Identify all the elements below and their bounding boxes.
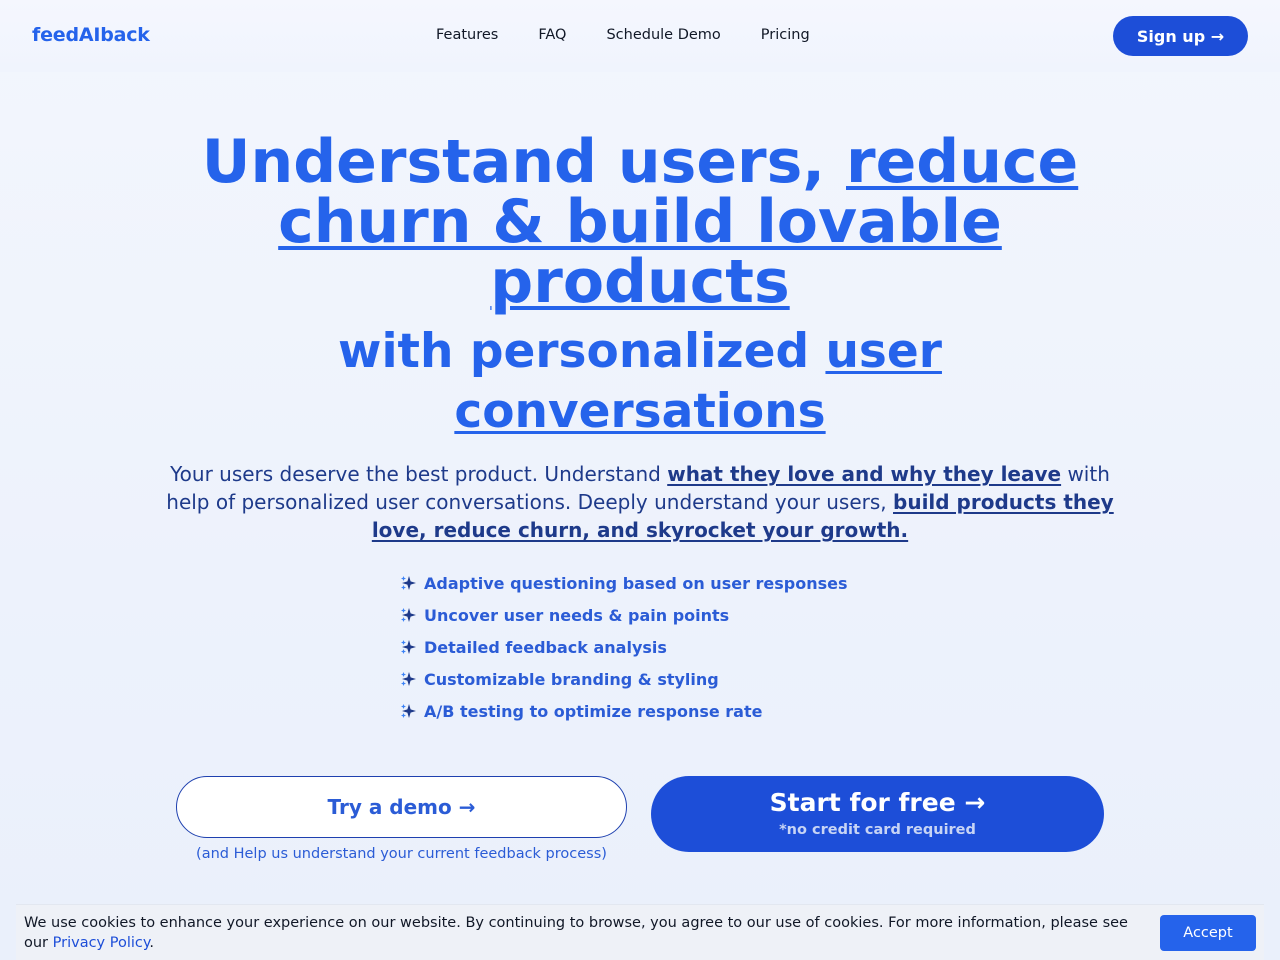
feature-item: Detailed feedback analysis: [400, 631, 920, 663]
sparkle-icon: [401, 672, 416, 686]
desc-part-1: Your users deserve the best product. Und…: [170, 462, 668, 486]
feature-label: Uncover user needs & pain points: [424, 605, 730, 625]
feature-item: A/B testing to optimize response rate: [400, 695, 920, 727]
cookie-text: We use cookies to enhance your experienc…: [24, 915, 1128, 951]
demo-note: (and Help us understand your current fee…: [196, 846, 607, 862]
feature-item: Uncover user needs & pain points: [400, 599, 920, 631]
feature-label: Customizable branding & styling: [424, 669, 719, 689]
feature-list: Adaptive questioning based on user respo…: [400, 567, 920, 727]
privacy-policy-link[interactable]: Privacy Policy: [53, 935, 150, 951]
hero-subtitle-plain: with personalized: [338, 324, 826, 379]
sparkle-icon: [401, 576, 416, 590]
nav-features[interactable]: Features: [436, 27, 498, 43]
nav-schedule-demo[interactable]: Schedule Demo: [606, 27, 720, 43]
desc-bold-1: what they love and why they leave: [667, 462, 1062, 486]
hero-description: Your users deserve the best product. Und…: [160, 460, 1120, 544]
no-credit-card-note: *no credit card required: [779, 822, 976, 838]
feature-label: Detailed feedback analysis: [424, 637, 667, 657]
sparkle-icon: [401, 608, 416, 622]
feature-item: Adaptive questioning based on user respo…: [400, 567, 920, 599]
sign-up-button[interactable]: Sign up →: [1113, 16, 1248, 56]
feature-item: Customizable branding & styling: [400, 663, 920, 695]
main-nav: Features FAQ Schedule Demo Pricing: [436, 27, 810, 43]
start-free-button[interactable]: Start for free → *no credit card require…: [651, 776, 1104, 852]
feature-label: Adaptive questioning based on user respo…: [424, 573, 848, 593]
start-free-label: Start for free →: [769, 788, 986, 817]
nav-pricing[interactable]: Pricing: [761, 27, 810, 43]
sparkle-icon: [401, 704, 416, 718]
hero-title: Understand users, reduce churn & build l…: [140, 132, 1140, 312]
sparkle-icon: [401, 640, 416, 654]
try-demo-button[interactable]: Try a demo →: [176, 776, 627, 838]
cookie-end: .: [149, 935, 154, 951]
nav-faq[interactable]: FAQ: [538, 27, 566, 43]
feature-label: A/B testing to optimize response rate: [424, 701, 763, 721]
cookie-message: We use cookies to enhance your experienc…: [24, 913, 1144, 953]
landing-page: feedAIback Features FAQ Schedule Demo Pr…: [0, 0, 1280, 960]
accept-cookies-button[interactable]: Accept: [1160, 915, 1256, 951]
logo[interactable]: feedAIback: [32, 24, 150, 46]
site-header: feedAIback Features FAQ Schedule Demo Pr…: [0, 0, 1280, 72]
hero-subtitle: with personalized user conversations: [200, 322, 1080, 442]
cookie-banner: We use cookies to enhance your experienc…: [16, 904, 1264, 960]
